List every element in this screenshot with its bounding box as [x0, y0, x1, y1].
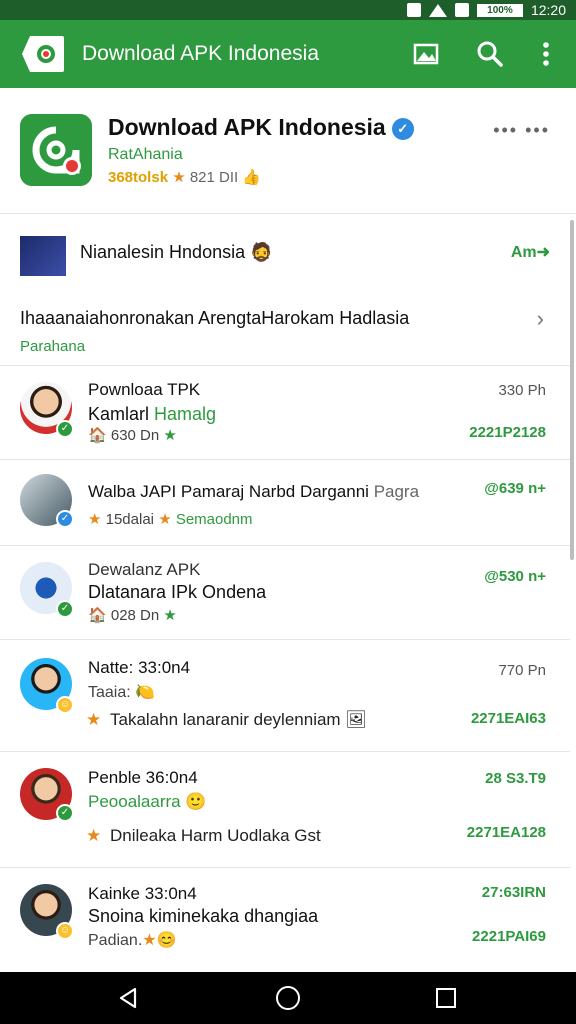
verified-icon: ✓	[391, 118, 414, 140]
back-icon[interactable]	[116, 986, 140, 1010]
emoji-icon: 🧔	[250, 242, 273, 262]
app-downloads: 821 DII	[189, 169, 239, 186]
chat-title: Pownloaa TPK	[88, 380, 201, 399]
overflow-menu-icon[interactable]	[530, 38, 562, 70]
chat-subtitle: Taaia: 🍋	[88, 684, 156, 701]
chat-row[interactable]: ☺ Kainke 33:0n4 Snoina kiminekaka dhangi…	[0, 868, 570, 972]
channel-thumbnail	[20, 236, 66, 276]
chat-row[interactable]: ☺ Natte: 33:0n4 Taaia: 🍋 ★ Takalahn lanar…	[0, 640, 570, 752]
star-icon: ★	[158, 511, 172, 528]
star-icon: ★	[88, 511, 102, 528]
chat-time: 28 S3.T9	[485, 770, 546, 787]
chat-time: 770 Pn	[498, 662, 546, 679]
online-badge-icon: ✓	[56, 420, 74, 438]
chat-subtitle: Snoina kiminekaka dhangiaa	[88, 906, 319, 926]
star-icon: ★	[163, 427, 177, 444]
chat-meta: Padian.★😊	[88, 932, 177, 949]
signal-icon	[454, 3, 469, 17]
chat-subtitle: Dlatanara IPk Ondena	[88, 582, 267, 602]
app-icon	[20, 114, 92, 186]
chat-time: @530 n+	[484, 568, 546, 585]
navigation-bar	[0, 972, 576, 1024]
emoji-icon: 🙂	[185, 792, 207, 811]
recents-icon[interactable]	[436, 988, 456, 1008]
search-icon[interactable]	[474, 38, 506, 70]
join-button[interactable]: Am➜	[511, 242, 550, 262]
star-icon: ★	[163, 607, 177, 624]
chat-time: 330 Ph	[498, 382, 546, 399]
verified-badge-icon: ✓	[56, 510, 74, 528]
chat-row[interactable]: ✓ Penble 36:0n4 Peooalaarra 🙂 ★ Dnileaka …	[0, 752, 570, 868]
chat-date: 2271EA128	[466, 824, 546, 841]
chat-date: 2221P2128	[469, 424, 546, 441]
app-bar-title: Download APK Indonesia	[82, 42, 319, 65]
chat-title: Natte: 33:0n4	[88, 658, 191, 677]
app-meta: 368tolsk ★ 821 DII 👍	[108, 168, 261, 186]
sync-icon	[406, 3, 421, 17]
chat-row[interactable]: ✓ Dewalanz APK Dlatanara IPk Ondena 🏠 02…	[0, 546, 570, 640]
star-icon: ★	[172, 169, 186, 186]
status-bar: 100% 12:20	[0, 0, 576, 20]
wifi-icon	[428, 3, 447, 17]
chat-meta: ★ 15dalai ★ Semaodnm	[88, 511, 253, 528]
home-icon: 🏠	[88, 427, 107, 444]
chat-title: Kainke 33:0n4	[88, 884, 197, 903]
app-logo-icon	[22, 36, 64, 72]
chevron-right-icon[interactable]: ›	[537, 306, 544, 332]
chat-date: 2221PAI69	[472, 928, 546, 945]
app-header-card[interactable]: Download APK Indonesia ✓ RatAhania 368tol…	[0, 96, 576, 214]
chat-meta: 🏠 630 Dn ★	[88, 427, 177, 444]
star-icon: ★	[86, 710, 102, 729]
more-options-button[interactable]: ••• •••	[493, 120, 550, 141]
pinned-tag: Parahana	[20, 338, 86, 355]
chat-preview: ★ Dnileaka Harm Uodlaka Gst	[86, 826, 321, 845]
chat-date: 2271EAI63	[470, 710, 546, 727]
emoji-badge-icon: ☺	[56, 922, 74, 940]
emoji-badge-icon: ☺	[56, 696, 74, 714]
star-icon: ★	[142, 932, 157, 949]
chat-subtitle: Peooalaarra 🙂	[88, 792, 207, 811]
online-badge-icon: ✓	[56, 600, 74, 618]
home-icon[interactable]	[276, 986, 300, 1010]
image-thumb-icon: 🖼	[345, 710, 367, 729]
pinned-message: Ihaaanaiahonronakan ArengtaHarokam Hadla…	[20, 308, 410, 328]
chat-time: 27:63IRN	[481, 884, 546, 901]
battery-icon: 100%	[476, 3, 523, 17]
scrollbar[interactable]	[570, 220, 574, 560]
app-bar: Download APK Indonesia	[0, 20, 576, 88]
chat-preview: ★ Takalahn lanaranir deylenniam 🖼	[86, 710, 367, 729]
chat-title: Walba JAPI Pamaraj Narbd Darganni Pagra	[88, 482, 420, 501]
chat-row[interactable]: ✓ Walba JAPI Pamaraj Narbd Darganni Pagr…	[0, 460, 570, 546]
online-badge-icon: ✓	[56, 804, 74, 822]
app-developer[interactable]: RatAhania	[108, 146, 183, 164]
chat-row[interactable]: ✓ Pownloaa TPK Kamlarl Hamalg 🏠 630 Dn ★…	[0, 366, 570, 460]
app-name: Download APK Indonesia ✓	[108, 114, 414, 141]
chat-title: Penble 36:0n4	[88, 768, 198, 787]
thumb-icon: 👍	[242, 169, 262, 186]
app-rating: 368tolsk	[108, 169, 169, 186]
clock: 12:20	[530, 2, 566, 18]
home-icon: 🏠	[88, 607, 107, 624]
chat-time: @639 n+	[484, 480, 546, 497]
star-icon: ★	[86, 826, 102, 845]
pinned-channel[interactable]: Nianalesin Hndonsia 🧔 Am➜ Ihaaanaiahonro…	[0, 214, 570, 366]
emoji-icon: 🍋	[135, 684, 156, 701]
emoji-icon: 😊	[156, 932, 177, 949]
image-icon[interactable]	[410, 38, 442, 70]
channel-title: Nianalesin Hndonsia 🧔	[80, 242, 273, 262]
chat-meta: 🏠 028 Dn ★	[88, 607, 177, 624]
chat-title: Dewalanz APK	[88, 560, 201, 579]
chat-subtitle: Kamlarl Hamalg	[88, 404, 217, 424]
